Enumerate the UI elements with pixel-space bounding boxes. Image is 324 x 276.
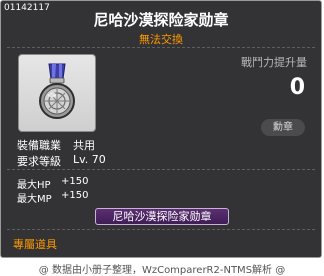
item-icon-frame — [18, 54, 96, 132]
medal-icon — [39, 63, 75, 119]
stat-max-hp: 最大HP +150 — [17, 176, 88, 191]
stat-max-mp: 最大MP +150 — [17, 190, 88, 205]
level-label: 要求等級 — [17, 155, 61, 168]
divider — [7, 229, 315, 230]
trade-status: 無法交換 — [139, 33, 183, 46]
footer-credit: @ 数据由小册子整理，WzComparerR2-NTMS解析 @ — [38, 265, 286, 276]
medal-category-badge: 勳章 — [261, 119, 305, 136]
level-value: Lv. 70 — [73, 153, 106, 166]
stat-label: 最大MP — [17, 194, 52, 205]
level-requirement: 要求等級 Lv. 70 — [17, 153, 106, 169]
power-value: 0 — [289, 75, 305, 100]
divider — [7, 47, 315, 48]
exclusive-item-label: 專屬道具 — [13, 238, 57, 251]
stat-value: +150 — [61, 176, 89, 187]
medal-name-button[interactable]: 尼哈沙漠探险家勋章 — [95, 208, 229, 225]
stat-value: +150 — [61, 190, 89, 201]
item-name: 尼哈沙漠探险家勋章 — [93, 11, 229, 29]
power-label: 戰鬥力提升量 — [241, 56, 307, 69]
job-label: 裝備職業 — [17, 139, 61, 152]
item-tooltip: 01142117 尼哈沙漠探险家勋章 無法交換 戰鬥力提升量 0 勳章 裝備職業… — [0, 0, 322, 258]
job-value: 共用 — [73, 139, 95, 152]
divider — [7, 169, 315, 170]
job-requirement: 裝備職業 共用 — [17, 137, 95, 153]
